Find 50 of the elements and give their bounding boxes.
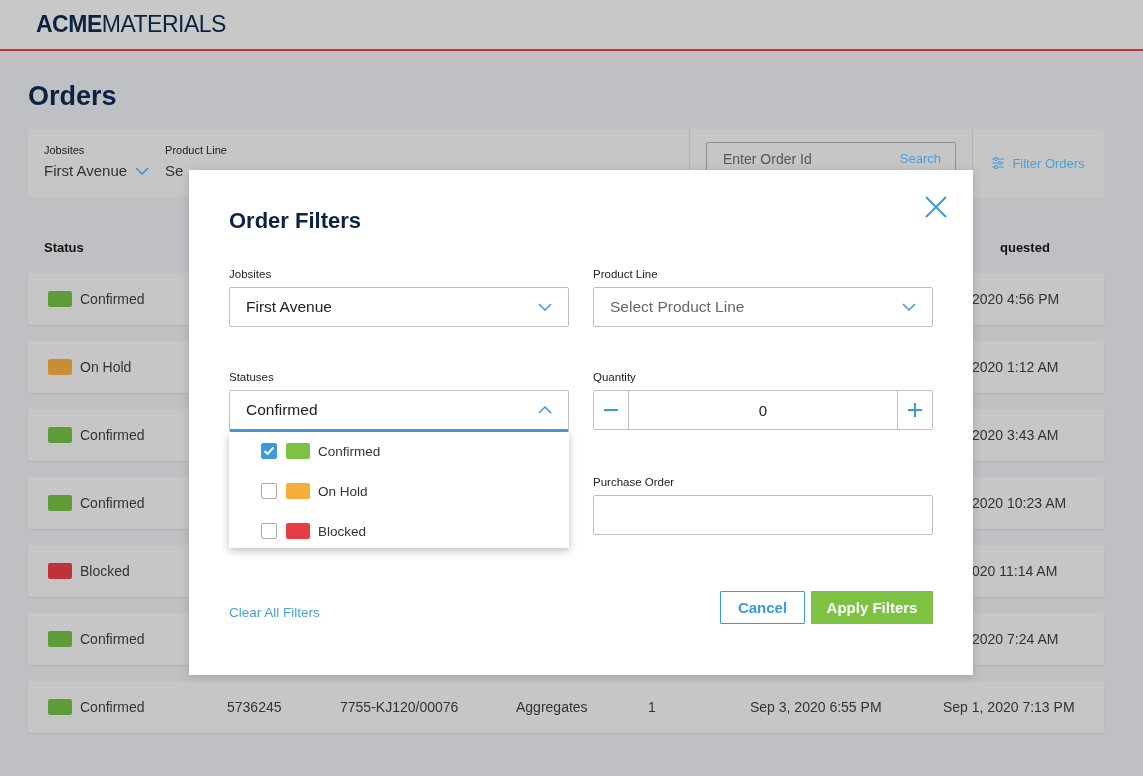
- table-cell-text: 2020 1:12 AM: [972, 359, 1060, 375]
- option-label[interactable]: Confirmed: [318, 443, 381, 459]
- table-cell-text: 2020 3:43 AM: [972, 427, 1060, 443]
- jobsite-dropdown[interactable]: First Avenue: [44, 162, 150, 179]
- table-cell-text: 5736245: [227, 699, 283, 715]
- checkbox[interactable]: [261, 483, 277, 499]
- close-icon[interactable]: [925, 196, 947, 218]
- status-text: Confirmed: [80, 291, 145, 307]
- status-text: Confirmed: [80, 699, 145, 715]
- status-text: Confirmed: [80, 427, 145, 443]
- status-text: Blocked: [80, 563, 130, 579]
- jobsites-select[interactable]: First Avenue: [229, 287, 569, 327]
- chevron-down-icon: [135, 166, 150, 175]
- plus-icon: [908, 403, 922, 417]
- chevron-down-icon: [538, 303, 552, 311]
- chevron-up-icon: [538, 406, 552, 414]
- table-cell: Sep 1, 2020 7:13 PM: [943, 699, 1075, 715]
- table-cell-text: 2020 7:24 AM: [972, 631, 1060, 647]
- order-row[interactable]: Confirmed 5736245 7755-KJ120/00076 Aggregates 1 Sep 3, 2020 6:55 PM Sep 1, 2020 7:13 PM: [28, 681, 1104, 733]
- table-cell-text: 2020 10:23 AM: [972, 495, 1068, 511]
- field-label: Jobsites: [44, 144, 86, 156]
- checkbox[interactable]: [261, 443, 277, 459]
- column-header: quested: [1000, 240, 1051, 256]
- page-title: Orders: [28, 81, 118, 112]
- brand-logo: ACMEMATERIALS: [36, 11, 226, 38]
- status-text: Confirmed: [80, 631, 145, 647]
- product-line-select[interactable]: Select Product Line: [593, 287, 933, 327]
- dialog-title: Order Filters: [229, 208, 363, 234]
- field-label: Statuses: [229, 371, 275, 383]
- table-cell-text: 020 11:14 AM: [972, 563, 1059, 579]
- field-label: Product Line: [593, 268, 659, 280]
- status-text: Confirmed: [80, 495, 145, 511]
- table-cell-text: Aggregates: [516, 699, 589, 715]
- column-header: Status: [44, 240, 84, 256]
- table-cell-text: 7755-KJ120/00076: [340, 699, 460, 715]
- field-label: Product Line: [165, 144, 227, 156]
- table-cell-text: 1: [648, 699, 657, 715]
- status-text: On Hold: [80, 359, 132, 375]
- checkbox[interactable]: [261, 523, 277, 539]
- field-label: Jobsites: [229, 268, 273, 280]
- chevron-down-icon: [902, 303, 916, 311]
- purchase-order-field[interactable]: [593, 495, 933, 535]
- sliders-icon: [992, 157, 1005, 169]
- field-label: Purchase Order: [593, 476, 676, 488]
- minus-icon: [604, 409, 618, 411]
- table-cell-text: 2020 4:56 PM: [972, 291, 1061, 307]
- field-label: Quantity: [593, 371, 637, 383]
- option-label[interactable]: On Hold: [318, 483, 368, 499]
- table-cell-text: Sep 3, 2020 6:55 PM: [750, 699, 883, 715]
- option-label[interactable]: Blocked: [318, 523, 367, 539]
